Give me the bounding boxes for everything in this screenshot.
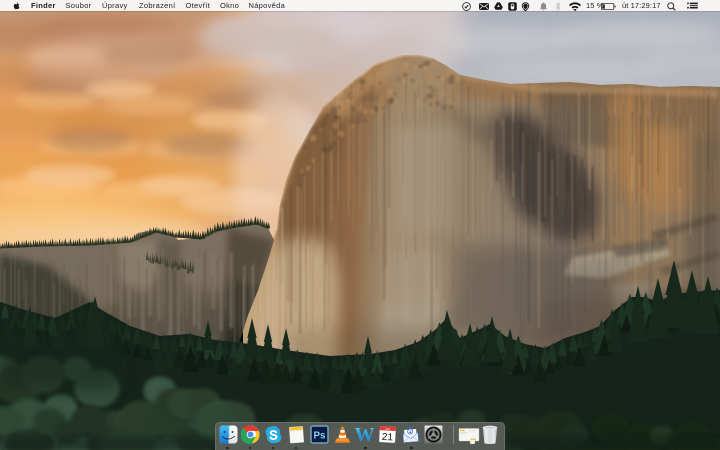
svg-text:21: 21 bbox=[382, 432, 394, 444]
svg-text:W: W bbox=[355, 425, 374, 444]
svg-text:Ps: Ps bbox=[313, 430, 326, 441]
svg-text:čvc: čvc bbox=[385, 427, 390, 431]
